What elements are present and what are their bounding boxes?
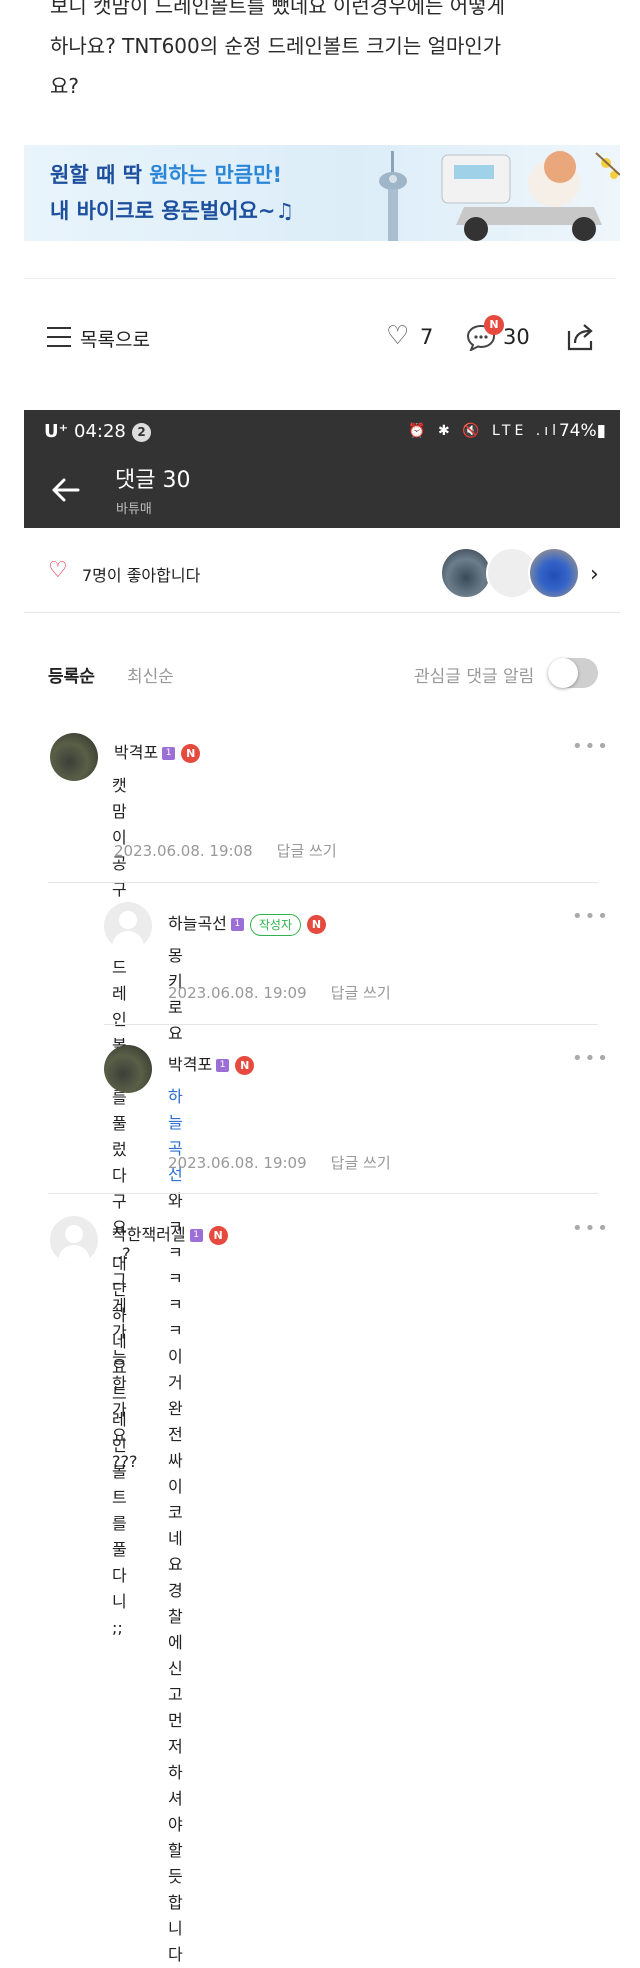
likes-summary: 7명이 좋아합니다 [82,566,201,585]
reply-link[interactable]: 답글 쓰기 [277,842,337,860]
comment-date: 2023.06.08. 19:09 [168,1154,307,1172]
post-body: 보니 캣맘이 드레인볼트를 뺐네요 이런경우에는 어떻게 하나요? TNT600… [50,0,610,106]
share-icon[interactable] [563,321,597,353]
comment-text: 하늘곡선 와 ㅋㅋㅋㅋㅋ 이거 완전 싸이코네요 경찰에 신고먼저 하셔야할듯합… [168,1087,183,1964]
avatar[interactable] [50,733,98,781]
new-badge: N [208,1226,228,1245]
app-bar: 댓글 30 바튜매 [24,456,620,528]
toggle-knob [548,658,578,688]
liker-avatar [440,547,492,599]
comment-meta: 2023.06.08. 19:09 답글 쓰기 [168,1152,391,1173]
comment-date: 2023.06.08. 19:09 [168,984,307,1002]
divider [24,612,620,613]
new-comment-badge: N [484,315,504,335]
avatar[interactable] [104,902,152,950]
heart-outline-icon: ♡ [48,558,68,583]
divider [48,1193,598,1194]
notification-count-badge: 2 [132,423,151,442]
level-badge: 1 [162,747,176,760]
post-action-bar: 목록으로 ♡ 7 N 30 [0,305,640,369]
ad-banner[interactable]: 원할 때 딱 원하는 만큼만! 내 바이크로 용돈벌어요~♫ [24,145,620,241]
avatar[interactable] [104,1045,152,1093]
comment-count: 30 [503,325,530,349]
comment-alert-toggle[interactable] [548,658,598,688]
author-tag: 작성자 [249,913,302,936]
comment-author[interactable]: 박격포 1 N [114,739,201,763]
post-line: 하나요? TNT600의 순정 드레인볼트 크기는 얼마인가 [50,34,502,58]
more-options-icon[interactable]: ••• [572,736,610,757]
status-bar: U⁺ 04:28 2 ⏰ ✱ 🔇 LTE .ıl 74%▮ [24,410,620,456]
sort-by-registration-tab[interactable]: 등록순 [48,662,95,687]
new-badge: N [181,744,201,763]
likes-row[interactable]: ♡ 7명이 좋아합니다 › [24,540,620,606]
comment-alert-label: 관심글 댓글 알림 [414,667,535,687]
new-badge: N [307,915,327,934]
comment-sort-bar: 등록순 최신순 관심글 댓글 알림 [24,650,620,700]
comment-author[interactable]: 박격포 1 N [168,1051,255,1075]
comment-text: 대단하네요 드레인볼트를 풀다니 ;; [112,1254,127,1637]
like-count: 7 [420,325,434,349]
avatar[interactable] [50,1216,98,1264]
level-badge: 1 [189,1229,203,1242]
more-options-icon[interactable]: ••• [572,906,610,927]
heart-outline-icon[interactable]: ♡ [386,323,409,349]
level-badge: 1 [230,918,244,931]
post-line: 요? [50,74,80,98]
back-to-list-link[interactable]: 목록으로 [80,325,150,352]
divider [104,1024,598,1025]
tower-illustration [379,151,407,241]
liker-avatar [528,547,580,599]
divider [24,278,616,279]
comment-meta: 2023.06.08. 19:09 답글 쓰기 [168,982,391,1003]
menu-icon[interactable] [47,327,71,347]
chevron-right-icon[interactable]: › [590,562,599,587]
cafe-name: 바튜매 [116,502,152,517]
battery-indicator: 74%▮ [558,421,606,441]
post-line: 보니 캣맘이 드레인볼트를 뺐네요 이런경우에는 어떻게 [50,0,505,18]
comment-date: 2023.06.08. 19:08 [114,842,253,860]
level-badge: 1 [216,1059,230,1072]
carrier-label: U⁺ [44,421,69,442]
back-arrow-icon[interactable] [48,472,84,508]
banner-line-1: 원할 때 딱 원하는 만큼만! [50,163,283,187]
status-icons: ⏰ ✱ 🔇 LTE .ıl [408,423,560,439]
delivery-scooter-illustration [441,151,620,241]
reply-link[interactable]: 답글 쓰기 [331,1154,391,1172]
reply-link[interactable]: 답글 쓰기 [331,984,391,1002]
banner-line-2: 내 바이크로 용돈벌어요~♫ [50,199,295,223]
page-title: 댓글 30 [115,468,191,493]
comment-author[interactable]: 하늘곡선 1 작성자 N [168,910,327,936]
new-badge: N [235,1056,255,1075]
comment-author[interactable]: 착한잭러셀 1 N [112,1221,228,1245]
more-options-icon[interactable]: ••• [572,1218,610,1239]
sort-by-latest-tab[interactable]: 최신순 [127,662,174,687]
divider [48,882,598,883]
more-options-icon[interactable]: ••• [572,1048,610,1069]
clock: 04:28 [74,421,126,442]
comment-meta: 2023.06.08. 19:08 답글 쓰기 [114,840,337,861]
